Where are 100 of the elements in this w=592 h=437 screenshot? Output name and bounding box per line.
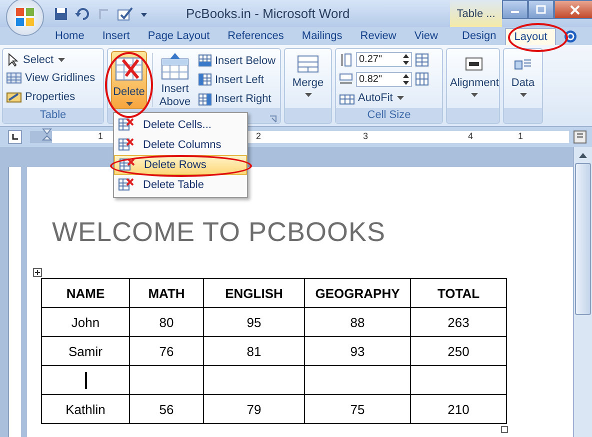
ruler-number: 2 bbox=[256, 131, 262, 141]
column-header: GEOGRAPHY bbox=[304, 278, 410, 308]
insert-row-icon bbox=[160, 53, 190, 81]
scroll-up-icon[interactable] bbox=[579, 152, 587, 158]
table-cell: 81 bbox=[204, 336, 304, 366]
caret-icon bbox=[520, 93, 526, 97]
table-cell: John bbox=[42, 308, 130, 336]
undo-icon[interactable] bbox=[75, 6, 91, 20]
spin-arrows-icon[interactable] bbox=[403, 54, 409, 66]
ribbon-tab[interactable]: Layout bbox=[505, 28, 556, 44]
highlight-ellipse bbox=[508, 23, 568, 52]
table-cell: 210 bbox=[410, 394, 506, 424]
table-move-handle[interactable] bbox=[33, 268, 42, 277]
table-cell: 95 bbox=[204, 308, 304, 336]
document-heading: WELCOME TO PCBOOKS bbox=[52, 217, 387, 248]
table-insert-icon bbox=[198, 54, 212, 68]
view-ruler-icon[interactable] bbox=[573, 130, 587, 144]
distribute-rows-icon[interactable] bbox=[415, 52, 429, 67]
table-cell: 93 bbox=[304, 336, 410, 366]
ribbon-button[interactable]: Insert Right bbox=[198, 92, 276, 106]
ribbon-tab[interactable]: Insert bbox=[93, 29, 139, 43]
table-cell: 75 bbox=[304, 394, 410, 424]
width-spinbox[interactable]: 0.82" bbox=[356, 72, 412, 87]
table-cell: Samir bbox=[42, 336, 130, 366]
dialog-launcher-icon[interactable] bbox=[269, 115, 277, 123]
close-icon bbox=[570, 4, 580, 14]
height-spinbox[interactable]: 0.27" bbox=[356, 52, 412, 68]
window-title: PcBooks.in - Microsoft Word bbox=[186, 6, 350, 21]
delete-button[interactable]: Delete bbox=[111, 51, 147, 109]
table-cell: 88 bbox=[304, 308, 410, 336]
grid-icon bbox=[6, 71, 22, 86]
ruler-number: 1 bbox=[98, 131, 104, 141]
group-label: Table bbox=[3, 108, 103, 123]
merge-button[interactable]: Merge bbox=[288, 51, 328, 106]
close-button[interactable] bbox=[554, 0, 592, 19]
table-cell: 250 bbox=[410, 336, 506, 366]
office-logo-icon bbox=[14, 6, 36, 28]
ruler-number: 4 bbox=[468, 131, 474, 141]
ribbon-tab[interactable]: Design bbox=[453, 29, 506, 43]
column-header: ENGLISH bbox=[204, 278, 304, 308]
minimize-button[interactable] bbox=[502, 0, 528, 19]
help-icon[interactable] bbox=[564, 30, 578, 42]
highlight-ellipse bbox=[105, 52, 153, 118]
column-header: TOTAL bbox=[410, 278, 506, 308]
save-icon[interactable] bbox=[54, 6, 68, 20]
tab-selector-button[interactable] bbox=[8, 130, 22, 144]
ruler-number: 1 bbox=[518, 131, 524, 141]
insert-above-button[interactable]: Insert Above bbox=[158, 51, 192, 109]
checklist-icon[interactable] bbox=[117, 6, 133, 20]
ribbon-button[interactable]: Insert Left bbox=[198, 73, 276, 86]
column-width-icon bbox=[339, 72, 353, 86]
properties-icon bbox=[6, 90, 22, 104]
data-button[interactable]: Data bbox=[507, 51, 539, 106]
caret-icon bbox=[304, 93, 312, 97]
menu-item[interactable]: Delete Rows bbox=[114, 155, 247, 175]
distribute-columns-icon[interactable] bbox=[415, 72, 429, 86]
ribbon-button[interactable]: Select bbox=[6, 53, 100, 68]
spin-arrows-icon[interactable] bbox=[403, 74, 409, 85]
ribbon-tab[interactable]: Home bbox=[46, 29, 94, 43]
ribbon-button[interactable]: View Gridlines bbox=[6, 71, 100, 86]
caret-icon bbox=[58, 58, 65, 62]
office-button[interactable] bbox=[6, 0, 44, 36]
table-insert-icon bbox=[198, 92, 212, 106]
menu-item[interactable]: Delete Cells... bbox=[114, 115, 247, 135]
autofit-button[interactable]: AutoFit bbox=[339, 92, 439, 105]
table-delete-icon bbox=[118, 117, 134, 133]
alignment-button[interactable]: Alignment bbox=[450, 51, 499, 106]
ribbon-button[interactable]: Insert Below bbox=[198, 54, 276, 68]
group-label: Cell Size bbox=[336, 108, 442, 123]
caret-icon bbox=[126, 102, 132, 106]
ribbon-tab[interactable]: View bbox=[405, 29, 447, 43]
table-cell: Kathlin bbox=[42, 394, 130, 424]
table-cell: 76 bbox=[130, 336, 204, 366]
ribbon-tab[interactable]: References bbox=[218, 29, 293, 43]
scrollbar-thumb[interactable] bbox=[575, 163, 591, 315]
ribbon-tab[interactable]: Mailings bbox=[292, 29, 352, 43]
corner-icon bbox=[11, 133, 19, 141]
menu-item[interactable]: Delete Table bbox=[114, 175, 247, 195]
ribbon-tab[interactable]: Review bbox=[351, 29, 406, 43]
ribbon-button[interactable]: Properties bbox=[6, 90, 100, 104]
table-delete-icon bbox=[119, 157, 135, 173]
table-cell: 80 bbox=[130, 308, 204, 336]
caret-icon bbox=[470, 93, 478, 97]
table-resize-handle[interactable] bbox=[501, 426, 508, 433]
autofit-icon bbox=[339, 92, 355, 105]
maximize-button[interactable] bbox=[528, 0, 554, 19]
cursor-icon bbox=[6, 53, 20, 68]
vertical-scrollbar[interactable] bbox=[573, 147, 592, 437]
table-delete-icon bbox=[118, 137, 134, 153]
table-cell: 79 bbox=[204, 394, 304, 424]
menu-item[interactable]: Delete Columns bbox=[114, 135, 247, 155]
maximize-icon bbox=[536, 5, 546, 14]
caret-icon bbox=[396, 96, 404, 100]
ruler-number: 3 bbox=[363, 131, 368, 141]
table-cell: 56 bbox=[130, 394, 204, 424]
column-header: MATH bbox=[130, 278, 204, 308]
table-cell: 263 bbox=[410, 308, 506, 336]
ribbon-tab[interactable]: Page Layout bbox=[138, 29, 219, 43]
merge-cells-icon bbox=[295, 53, 321, 75]
context-tab-label: Table ... bbox=[450, 0, 502, 27]
